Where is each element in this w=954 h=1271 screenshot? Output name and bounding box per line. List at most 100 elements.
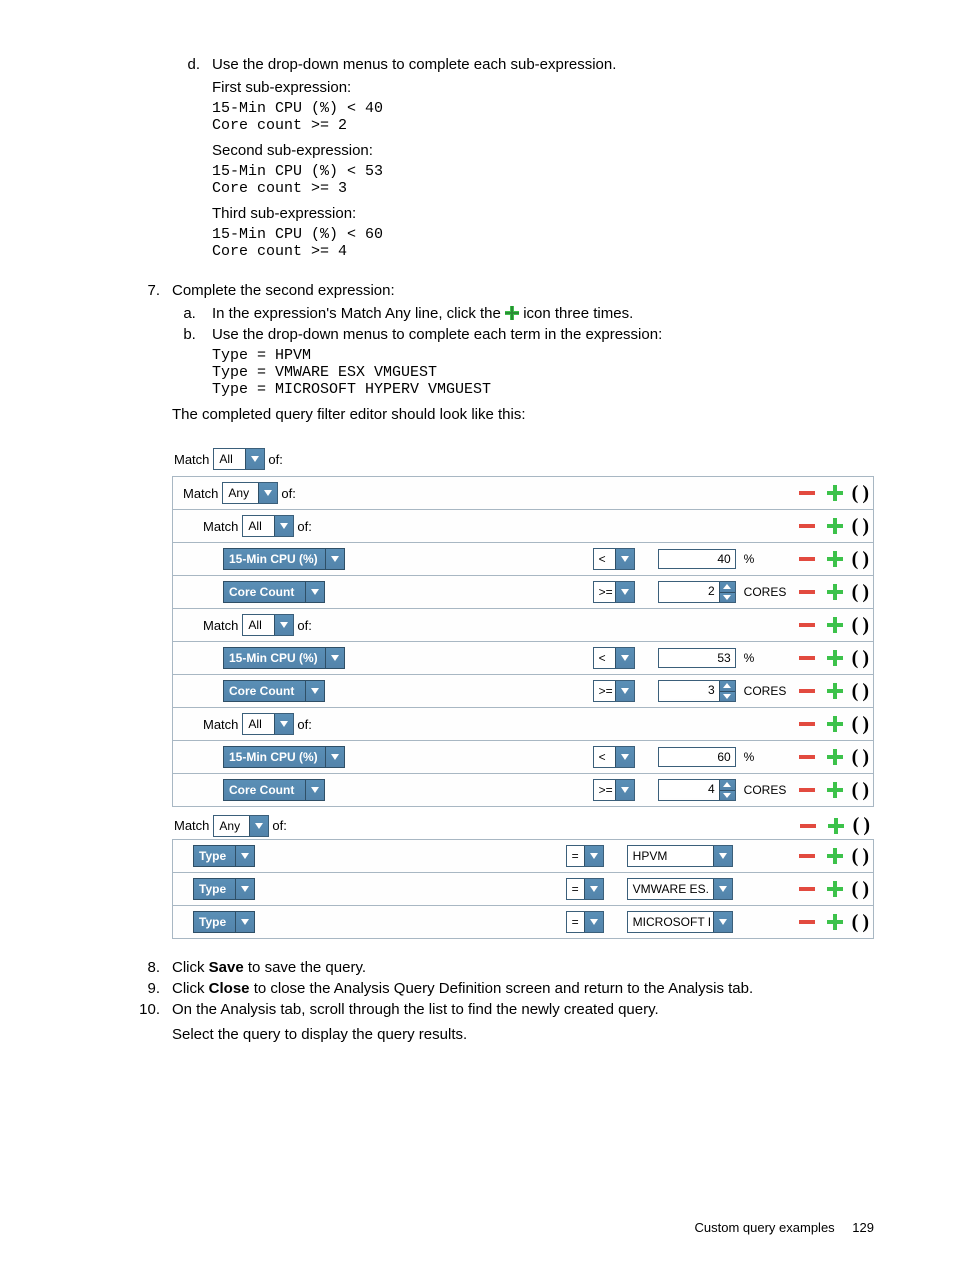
metric-select[interactable]: Core Count xyxy=(223,581,325,603)
add-icon[interactable] xyxy=(824,779,846,801)
add-icon[interactable] xyxy=(824,911,846,933)
op-select[interactable]: >= xyxy=(593,680,635,702)
match-all-select[interactable]: All xyxy=(242,713,294,735)
op-select[interactable]: = xyxy=(566,845,604,867)
page-number: 129 xyxy=(852,1220,874,1235)
step7-code: Type = HPVM Type = VMWARE ESX VMGUEST Ty… xyxy=(212,347,874,398)
remove-icon[interactable] xyxy=(796,845,818,867)
step8-pre: Click xyxy=(172,959,209,976)
value-spinner[interactable] xyxy=(658,581,736,603)
match-label: Match xyxy=(203,717,238,732)
op-select[interactable]: = xyxy=(566,911,604,933)
metric-select[interactable]: 15-Min CPU (%) xyxy=(223,548,345,570)
match-label: Match xyxy=(174,818,209,833)
step-d-intro: Use the drop-down menus to complete each… xyxy=(212,56,874,73)
group-icon[interactable]: ( ) xyxy=(852,581,869,604)
remove-icon[interactable] xyxy=(796,878,818,900)
remove-icon[interactable] xyxy=(796,911,818,933)
add-icon[interactable] xyxy=(824,515,846,537)
match-any-select[interactable]: Any xyxy=(222,482,278,504)
remove-icon[interactable] xyxy=(796,548,818,570)
add-icon[interactable] xyxy=(824,713,846,735)
remove-icon[interactable] xyxy=(797,815,819,837)
metric-select[interactable]: 15-Min CPU (%) xyxy=(223,746,345,768)
op-select[interactable]: < xyxy=(593,548,635,570)
op-select[interactable]: < xyxy=(593,647,635,669)
metric-select[interactable]: Type xyxy=(193,845,255,867)
add-icon xyxy=(505,306,519,320)
step10-line2: Select the query to display the query re… xyxy=(172,1026,874,1043)
group-icon[interactable]: ( ) xyxy=(852,911,869,934)
group-icon[interactable]: ( ) xyxy=(852,713,869,736)
sub3-code: 15-Min CPU (%) < 60 Core count >= 4 xyxy=(212,226,874,260)
step9-bold: Close xyxy=(209,980,250,997)
remove-icon[interactable] xyxy=(796,779,818,801)
sub2-code: 15-Min CPU (%) < 53 Core count >= 3 xyxy=(212,163,874,197)
remove-icon[interactable] xyxy=(796,746,818,768)
match-all-select[interactable]: All xyxy=(242,515,294,537)
match-label: Match xyxy=(203,519,238,534)
add-icon[interactable] xyxy=(824,548,846,570)
sub1-code: 15-Min CPU (%) < 40 Core count >= 2 xyxy=(212,100,874,134)
add-icon[interactable] xyxy=(824,647,846,669)
match-all-select[interactable]: All xyxy=(242,614,294,636)
group-icon[interactable]: ( ) xyxy=(852,647,869,670)
unit-label: CORES xyxy=(744,783,796,797)
metric-select[interactable]: Type xyxy=(193,911,255,933)
value-input[interactable] xyxy=(658,549,736,569)
group-icon[interactable]: ( ) xyxy=(852,845,869,868)
op-select[interactable]: < xyxy=(593,746,635,768)
remove-icon[interactable] xyxy=(796,647,818,669)
of-label: of: xyxy=(297,717,311,732)
value-select[interactable]: VMWARE ES. xyxy=(627,878,733,900)
group-icon[interactable]: ( ) xyxy=(853,814,870,837)
unit-label: % xyxy=(744,750,796,764)
metric-select[interactable]: 15-Min CPU (%) xyxy=(223,647,345,669)
value-input[interactable] xyxy=(658,747,736,767)
list-marker-10: 10. xyxy=(110,1001,172,1043)
group-icon[interactable]: ( ) xyxy=(852,746,869,769)
group-icon[interactable]: ( ) xyxy=(852,878,869,901)
of-label: of: xyxy=(272,818,286,833)
of-label: of: xyxy=(268,452,282,467)
add-icon[interactable] xyxy=(824,581,846,603)
match-any-select[interactable]: Any xyxy=(213,815,269,837)
list-marker-d: d. xyxy=(160,56,212,268)
group-icon[interactable]: ( ) xyxy=(852,515,869,538)
value-select[interactable]: HPVM xyxy=(627,845,733,867)
op-select[interactable]: >= xyxy=(593,779,635,801)
group-icon[interactable]: ( ) xyxy=(852,614,869,637)
add-icon[interactable] xyxy=(824,845,846,867)
op-select[interactable]: >= xyxy=(593,581,635,603)
add-icon[interactable] xyxy=(825,815,847,837)
step8-bold: Save xyxy=(209,959,244,976)
remove-icon[interactable] xyxy=(796,482,818,504)
add-icon[interactable] xyxy=(824,614,846,636)
value-spinner[interactable] xyxy=(658,779,736,801)
remove-icon[interactable] xyxy=(796,713,818,735)
add-icon[interactable] xyxy=(824,680,846,702)
group-icon[interactable]: ( ) xyxy=(852,779,869,802)
metric-select[interactable]: Type xyxy=(193,878,255,900)
step9-post: to close the Analysis Query Definition s… xyxy=(250,980,754,997)
group-icon[interactable]: ( ) xyxy=(852,680,869,703)
metric-select[interactable]: Core Count xyxy=(223,779,325,801)
value-select[interactable]: MICROSOFT I xyxy=(627,911,733,933)
list-marker-8: 8. xyxy=(110,959,172,976)
add-icon[interactable] xyxy=(824,878,846,900)
remove-icon[interactable] xyxy=(796,581,818,603)
remove-icon[interactable] xyxy=(796,680,818,702)
metric-select[interactable]: Core Count xyxy=(223,680,325,702)
add-icon[interactable] xyxy=(824,746,846,768)
group-icon[interactable]: ( ) xyxy=(852,548,869,571)
value-input[interactable] xyxy=(658,648,736,668)
group-icon[interactable]: ( ) xyxy=(852,482,869,505)
match-root-select[interactable]: All xyxy=(213,448,265,470)
remove-icon[interactable] xyxy=(796,515,818,537)
op-select[interactable]: = xyxy=(566,878,604,900)
value-spinner[interactable] xyxy=(658,680,736,702)
remove-icon[interactable] xyxy=(796,614,818,636)
step7-text: Complete the second expression: xyxy=(172,282,874,299)
add-icon[interactable] xyxy=(824,482,846,504)
match-label: Match xyxy=(203,618,238,633)
